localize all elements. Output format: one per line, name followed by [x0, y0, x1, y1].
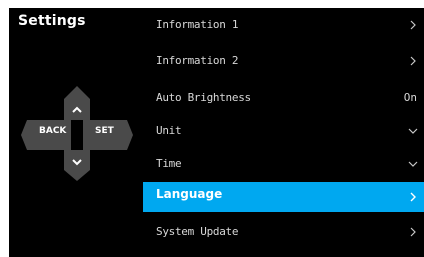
menu-item-language[interactable]: Language [143, 182, 424, 212]
menu-item-label: Time [156, 157, 182, 170]
settings-screen: Settings BACK SET Information 1 Informat… [9, 8, 424, 257]
menu-item-auto-brightness[interactable]: Auto Brightness On [143, 85, 424, 113]
menu-item-time[interactable]: Time [143, 151, 424, 179]
menu-item-information-1[interactable]: Information 1 [143, 12, 424, 40]
menu-item-label: System Update [156, 225, 239, 238]
menu-item-label: Auto Brightness [156, 91, 251, 104]
dpad-control: BACK SET [9, 8, 143, 257]
menu-item-label: Information 2 [156, 54, 239, 67]
chevron-right-icon [410, 20, 416, 30]
menu-item-label: Language [156, 187, 223, 201]
menu-item-unit[interactable]: Unit [143, 118, 424, 146]
menu-item-label: Information 1 [156, 18, 239, 31]
set-label: SET [95, 126, 114, 136]
menu-item-information-2[interactable]: Information 2 [143, 48, 424, 76]
menu-item-label: Unit [156, 124, 182, 137]
chevron-right-icon [410, 56, 416, 66]
auto-brightness-value: On [403, 91, 417, 104]
chevron-right-icon [410, 227, 416, 237]
chevron-right-icon [410, 192, 416, 202]
chevron-down-icon [408, 128, 418, 134]
up-button[interactable] [64, 86, 90, 120]
chevron-down-icon [408, 161, 418, 167]
back-label: BACK [39, 126, 67, 136]
down-button[interactable] [64, 150, 90, 181]
menu-item-system-update[interactable]: System Update [143, 219, 424, 247]
dpad-graphic [21, 86, 133, 181]
settings-menu: Information 1 Information 2 Auto Brightn… [143, 8, 424, 257]
